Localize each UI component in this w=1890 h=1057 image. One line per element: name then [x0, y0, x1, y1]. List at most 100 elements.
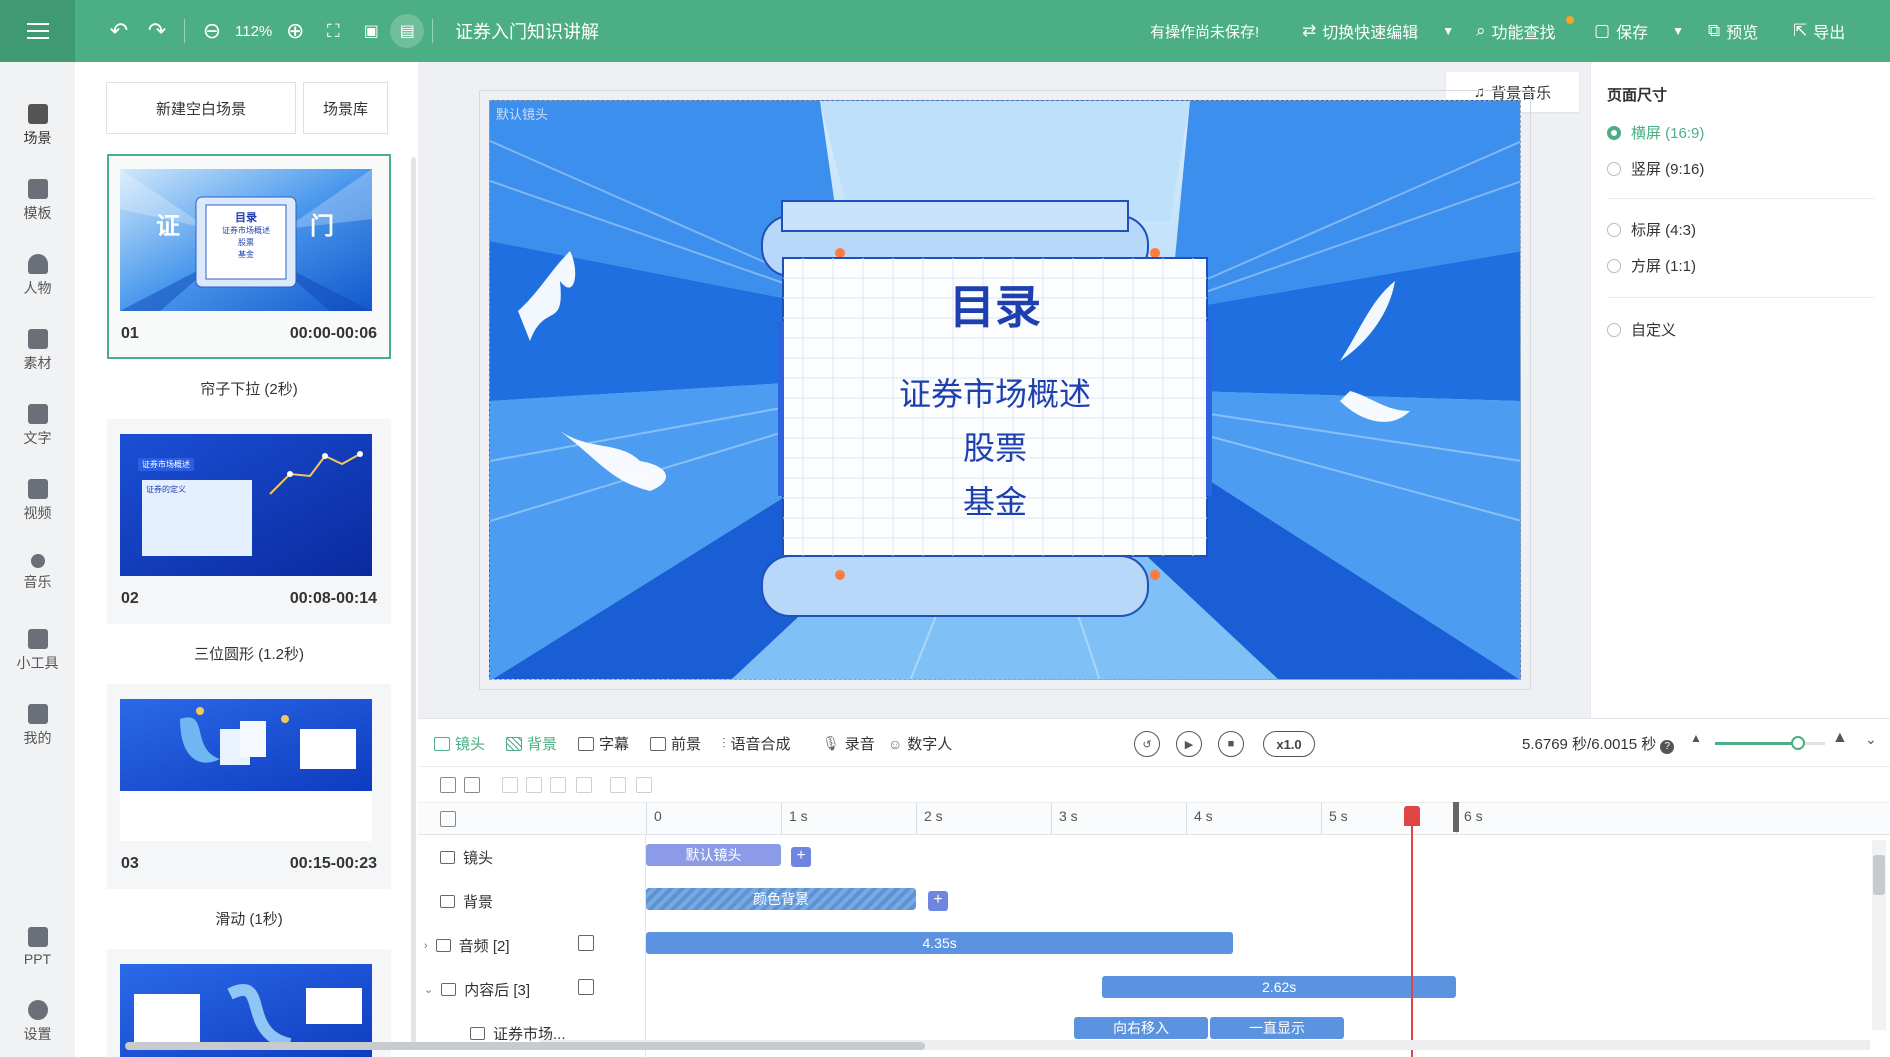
toolbox-icon — [27, 629, 48, 649]
clip-background[interactable]: 颜色背景 — [646, 888, 916, 910]
tool-label: 背景 — [527, 736, 558, 753]
nav-character[interactable]: 人物 — [0, 244, 75, 314]
playhead-handle[interactable] — [1404, 806, 1421, 826]
save-button[interactable]: ▢ 保存 ▼ — [1594, 0, 1684, 62]
zoom-out-timeline-icon[interactable]: ▲ — [1690, 731, 1702, 745]
stop-button[interactable]: ■ — [1218, 731, 1244, 757]
size-option-9-16[interactable]: 竖屏 (9:16) — [1607, 158, 1704, 179]
slide-canvas[interactable]: 默认镜头 目录 证券市场概述 股票 基金 — [489, 100, 1521, 680]
chevron-right-icon[interactable]: › — [424, 940, 428, 952]
redo-icon[interactable]: ↷ — [138, 0, 176, 62]
layout-icon[interactable] — [440, 811, 456, 827]
nav-template[interactable]: 模板 — [0, 169, 75, 239]
timeline-zoom-slider[interactable] — [1715, 736, 1825, 750]
zoom-out-icon[interactable]: ⊖ — [193, 0, 231, 62]
size-option-1-1[interactable]: 方屏 (1:1) — [1607, 255, 1696, 276]
tool-lens[interactable]: 镜头 — [434, 733, 485, 754]
speed-button[interactable]: x1.0 — [1263, 731, 1315, 757]
fullscreen-icon[interactable]: ⛶ — [314, 0, 352, 62]
nav-label: 场景 — [23, 130, 52, 146]
nav-ppt[interactable]: PPT — [0, 917, 75, 987]
zoom-in-timeline-icon[interactable]: ▲ — [1832, 729, 1848, 747]
nav-music[interactable]: 音乐 — [0, 544, 75, 614]
tool-subtitle[interactable]: 字幕 — [578, 733, 629, 754]
tool-avatar[interactable]: ☺ 数字人 — [888, 733, 952, 754]
scene-card[interactable]: 03 00:15-00:23 — [107, 684, 391, 889]
shrink-icon[interactable] — [636, 777, 652, 793]
tool-record[interactable]: 🎙 录音 — [822, 733, 875, 754]
nav-settings[interactable]: 设置 — [0, 990, 75, 1057]
undo-icon[interactable]: ↶ — [100, 0, 138, 62]
timeline-hscrollbar-thumb[interactable] — [125, 1042, 925, 1050]
scene-card[interactable] — [107, 949, 391, 1057]
align-left-icon[interactable] — [502, 777, 518, 793]
scene-transition[interactable]: 三位圆形 (1.2秒) — [107, 643, 391, 664]
nav-tools[interactable]: 小工具 — [0, 619, 75, 689]
slide-item[interactable]: 股票 — [783, 423, 1207, 469]
distribute-icon[interactable] — [576, 777, 592, 793]
replay-button[interactable]: ↺ — [1134, 731, 1160, 757]
export-button[interactable]: ⇱ 导出 — [1793, 0, 1845, 62]
find-feature-button[interactable]: ⌕ 功能查找 — [1476, 0, 1556, 62]
chevron-down-icon[interactable]: ⌄ — [424, 983, 433, 996]
ruler-tick-label: 6 s — [1464, 808, 1483, 824]
nav-video[interactable]: 视频 — [0, 469, 75, 539]
size-option-custom[interactable]: 自定义 — [1607, 319, 1676, 340]
clip-content[interactable]: 2.62s — [1102, 976, 1456, 998]
quick-edit-button[interactable]: ⇄ 切换快速编辑 ▼ — [1302, 0, 1454, 62]
help-icon[interactable]: ? — [1660, 740, 1675, 754]
slide-item[interactable]: 基金 — [783, 477, 1207, 523]
nav-mine[interactable]: 我的 — [0, 694, 75, 764]
timeline-ruler[interactable]: 0 1 s 2 s 3 s 4 s 5 s 6 s — [418, 803, 1890, 835]
track-export-icon[interactable] — [578, 935, 594, 951]
size-option-16-9[interactable]: 横屏 (16:9) — [1607, 122, 1704, 143]
group-icon[interactable] — [464, 777, 480, 793]
nav-scene[interactable]: 场景 — [0, 94, 75, 164]
add-lens-button[interactable]: + — [791, 847, 811, 867]
ruler-tick-line — [1186, 803, 1187, 835]
preview-button[interactable]: ⧉ 预览 — [1708, 0, 1758, 62]
filter-icon[interactable] — [440, 777, 456, 793]
ppt-icon — [27, 927, 48, 947]
play-button[interactable]: ▶ — [1176, 731, 1202, 757]
document-title[interactable]: 证券入门知识讲解 — [455, 18, 599, 44]
menu-button[interactable] — [0, 0, 75, 62]
chevron-down-icon[interactable]: ▼ — [1672, 24, 1684, 38]
scene-transition[interactable]: 滑动 (1秒) — [107, 908, 391, 929]
slider-knob[interactable] — [1790, 736, 1805, 750]
collapse-timeline-icon[interactable]: ⌄ — [1865, 731, 1877, 748]
clip-always-show[interactable]: 一直显示 — [1210, 1017, 1344, 1039]
tool-background[interactable]: 背景 — [506, 733, 557, 754]
scene-card[interactable]: 证券市场概述 证券的定义 02 00:08-00:14 — [107, 419, 391, 624]
size-option-4-3[interactable]: 标屏 (4:3) — [1607, 219, 1696, 240]
align-right-icon[interactable] — [550, 777, 566, 793]
size-option-label: 竖屏 (9:16) — [1631, 161, 1705, 178]
toolbar-divider — [432, 19, 434, 43]
align-center-icon[interactable] — [526, 777, 542, 793]
track-export-icon[interactable] — [578, 979, 594, 995]
clip-audio[interactable]: 4.35s — [646, 932, 1234, 954]
clip-move-in[interactable]: 向右移入 — [1074, 1017, 1208, 1039]
new-blank-scene-button[interactable]: 新建空白场景 — [106, 82, 296, 134]
tool-foreground[interactable]: 前景 — [650, 733, 701, 754]
slide-item[interactable]: 证券市场概述 — [783, 369, 1207, 415]
scene-transition[interactable]: 帘子下拉 (2秒) — [107, 378, 391, 399]
scene-panel-scrollbar[interactable] — [411, 157, 416, 1047]
expand-icon[interactable] — [610, 777, 626, 793]
chevron-down-icon[interactable]: ▼ — [1442, 24, 1454, 38]
timeline-end-marker[interactable] — [1453, 802, 1460, 832]
nav-material[interactable]: 素材 — [0, 319, 75, 389]
add-background-button[interactable]: + — [928, 891, 948, 911]
tool-tts[interactable]: ⫶ 语音合成 — [722, 733, 791, 754]
grid-toggle-icon[interactable]: ▤ — [390, 14, 425, 48]
zoom-in-icon[interactable]: ⊕ — [276, 0, 314, 62]
timeline-vscrollbar-thumb[interactable] — [1873, 855, 1885, 895]
nav-text[interactable]: 文字 — [0, 394, 75, 464]
slide-title[interactable]: 目录 — [783, 271, 1207, 337]
scene-library-button[interactable]: 场景库 — [303, 82, 388, 134]
waveform-icon: ⫶ — [722, 735, 726, 751]
scene-card[interactable]: 证 门 目录 证券市场概述 股票 基金 01 00:00-00:06 — [107, 154, 391, 359]
actual-size-icon[interactable]: ▣ — [352, 0, 390, 62]
clip-lens[interactable]: 默认镜头 — [646, 844, 781, 866]
size-option-label: 方屏 (1:1) — [1631, 258, 1697, 275]
